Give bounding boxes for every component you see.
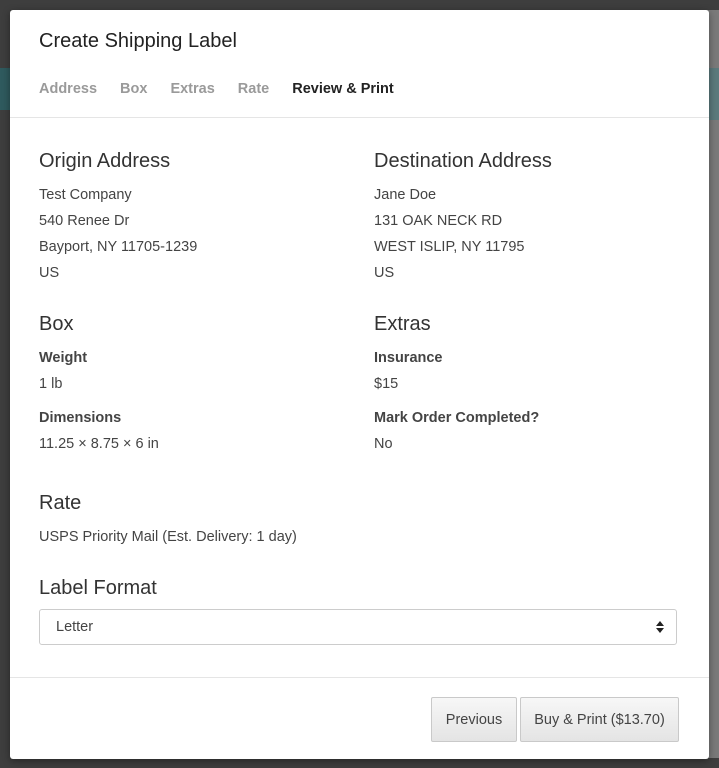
- step-rate[interactable]: Rate: [238, 81, 269, 97]
- rate-value: USPS Priority Mail (Est. Delivery: 1 day…: [39, 529, 297, 545]
- label-format-heading: Label Format: [39, 577, 157, 599]
- rate-heading: Rate: [39, 492, 82, 514]
- destination-address-section: Destination Address Jane Doe 131 OAK NEC…: [374, 148, 684, 286]
- origin-line: US: [39, 265, 60, 281]
- shipping-label-modal: Create Shipping Label Address Box Extras…: [10, 10, 709, 759]
- label-format-section: Label Format: [39, 575, 639, 601]
- destination-line: 131 OAK NECK RD: [374, 213, 503, 229]
- destination-line: US: [374, 265, 395, 281]
- rate-section: Rate USPS Priority Mail (Est. Delivery: …: [39, 490, 639, 550]
- step-review-print[interactable]: Review & Print: [292, 81, 394, 97]
- insurance-label: Insurance: [374, 350, 443, 366]
- label-format-selected: Letter: [56, 619, 94, 635]
- previous-button[interactable]: Previous: [431, 697, 517, 742]
- extras-section: Extras Insurance $15 Mark Order Complete…: [374, 311, 684, 457]
- step-box[interactable]: Box: [120, 81, 147, 97]
- select-arrows-icon: [656, 619, 664, 635]
- backdrop-accent: [0, 68, 10, 110]
- modal-header: Create Shipping Label Address Box Extras…: [10, 10, 709, 118]
- origin-address-heading: Origin Address: [39, 150, 171, 172]
- origin-line: Test Company: [39, 187, 132, 203]
- weight-label: Weight: [39, 350, 88, 366]
- step-extras[interactable]: Extras: [170, 81, 214, 97]
- mark-completed-label: Mark Order Completed?: [374, 410, 540, 426]
- origin-line: 540 Renee Dr: [39, 213, 130, 229]
- step-address[interactable]: Address: [39, 81, 97, 97]
- modal-title: Create Shipping Label: [39, 30, 237, 52]
- box-heading: Box: [39, 313, 74, 335]
- weight-value: 1 lb: [39, 376, 63, 392]
- origin-address-section: Origin Address Test Company 540 Renee Dr…: [39, 148, 349, 286]
- dimensions-value: 11.25 × 8.75 × 6 in: [39, 436, 159, 452]
- wizard-steps: Address Box Extras Rate Review & Print: [39, 81, 394, 97]
- dimensions-label: Dimensions: [39, 410, 122, 426]
- mark-completed-value: No: [374, 436, 393, 452]
- origin-line: Bayport, NY 11705-1239: [39, 239, 198, 255]
- destination-address-heading: Destination Address: [374, 150, 552, 172]
- box-section: Box Weight 1 lb Dimensions 11.25 × 8.75 …: [39, 311, 349, 457]
- extras-heading: Extras: [374, 313, 431, 335]
- destination-line: Jane Doe: [374, 187, 437, 203]
- modal-footer: Previous Buy & Print ($13.70): [10, 677, 709, 759]
- destination-line: WEST ISLIP, NY 11795: [374, 239, 525, 255]
- buy-print-button[interactable]: Buy & Print ($13.70): [520, 697, 679, 742]
- insurance-value: $15: [374, 376, 399, 392]
- label-format-select[interactable]: Letter: [39, 609, 677, 645]
